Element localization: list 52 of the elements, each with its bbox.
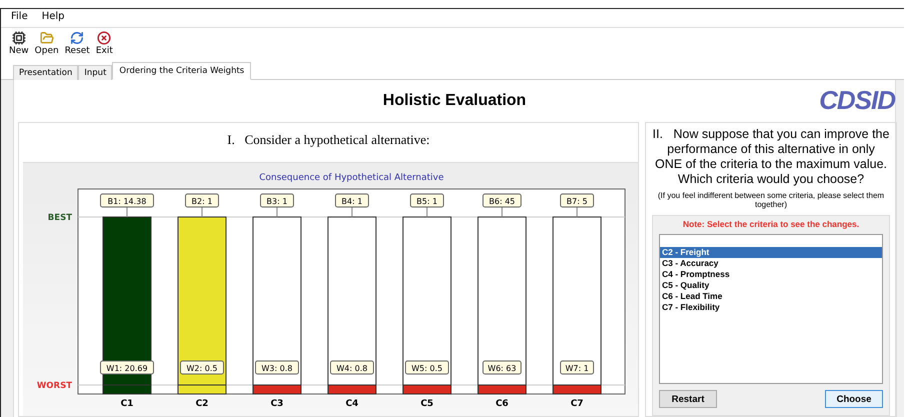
category-label: C7 <box>570 399 584 409</box>
action-button[interactable]: Restart <box>659 390 717 408</box>
tab[interactable]: Ordering the Criteria Weights <box>112 62 252 80</box>
tab[interactable]: Presentation <box>13 65 78 80</box>
category-label: C4 <box>346 399 358 409</box>
category-label: C1 <box>120 399 134 409</box>
section-heading: I. Consider a hypothetical alternative: <box>226 131 431 149</box>
question-text: II. Now suppose that you can improve the performance of this alternative in only ONE of the criteria to the maximum value. Which criteria would you choose? <box>652 127 890 187</box>
value-label: B2: 1 <box>185 194 219 208</box>
axis-label: WORST <box>36 381 72 391</box>
toolbar-button[interactable]: New <box>9 31 29 56</box>
value-label: W3: 0.8 <box>255 360 299 374</box>
value-label: B4: 1 <box>335 194 369 208</box>
chip-icon <box>12 31 26 45</box>
menu-item[interactable]: File <box>11 11 28 25</box>
list-item[interactable]: C5 - Quality <box>660 280 882 291</box>
value-label: W1: 20.69 <box>100 360 154 374</box>
value-label: B6: 45 <box>482 194 522 208</box>
category-label: C2 <box>196 399 208 409</box>
category-label: C3 <box>270 399 284 409</box>
value-label: W5: 0.5 <box>405 360 449 374</box>
action-button[interactable]: Choose <box>825 390 883 408</box>
value-label: W2: 0.5 <box>180 360 224 374</box>
list-item[interactable]: C3 - Accuracy <box>660 258 882 269</box>
category-label: C5 <box>420 399 434 409</box>
category-label: C6 <box>496 399 508 409</box>
list-item[interactable]: C7 - Flexibility <box>660 302 882 313</box>
list-item[interactable]: C2 - Freight <box>660 247 882 258</box>
folder-icon <box>40 31 54 45</box>
criteria-list[interactable]: C2 - Freight C3 - Accuracy C4 - Promptness C5 - Quality C6 - Lead Time C7 - Flexibility <box>659 234 883 384</box>
menu-item[interactable]: Help <box>42 11 65 25</box>
refresh-icon <box>70 31 84 45</box>
chart-title: Consequence of Hypothetical Alternative <box>259 173 444 183</box>
toolbar-button[interactable]: Reset <box>64 31 90 56</box>
toolbar-button[interactable]: Exit <box>96 31 113 56</box>
list-item[interactable]: C4 - Promptness <box>660 269 882 280</box>
list-item[interactable]: C6 - Lead Time <box>660 291 882 302</box>
value-label: B3: 1 <box>260 194 294 208</box>
toolbar-button[interactable]: Open <box>34 31 59 56</box>
value-label: B1: 14.38 <box>100 194 154 208</box>
axis-label: BEST <box>48 213 72 223</box>
tab[interactable]: Input <box>78 65 112 80</box>
page-title: Holistic Evaluation <box>382 92 526 110</box>
note-text: Note: Select the criteria to see the changes. <box>682 219 860 229</box>
hint-text: (If you feel indifferent between some criteria, please select them together) <box>656 191 886 209</box>
logo: CDSID <box>819 85 895 116</box>
value-label: B7: 5 <box>560 194 594 208</box>
value-label: B5: 1 <box>410 194 444 208</box>
value-label: W4: 0.8 <box>330 360 374 374</box>
close-icon <box>97 31 112 45</box>
value-label: W6: 63 <box>482 360 522 374</box>
value-label: W7: 1 <box>560 360 594 374</box>
